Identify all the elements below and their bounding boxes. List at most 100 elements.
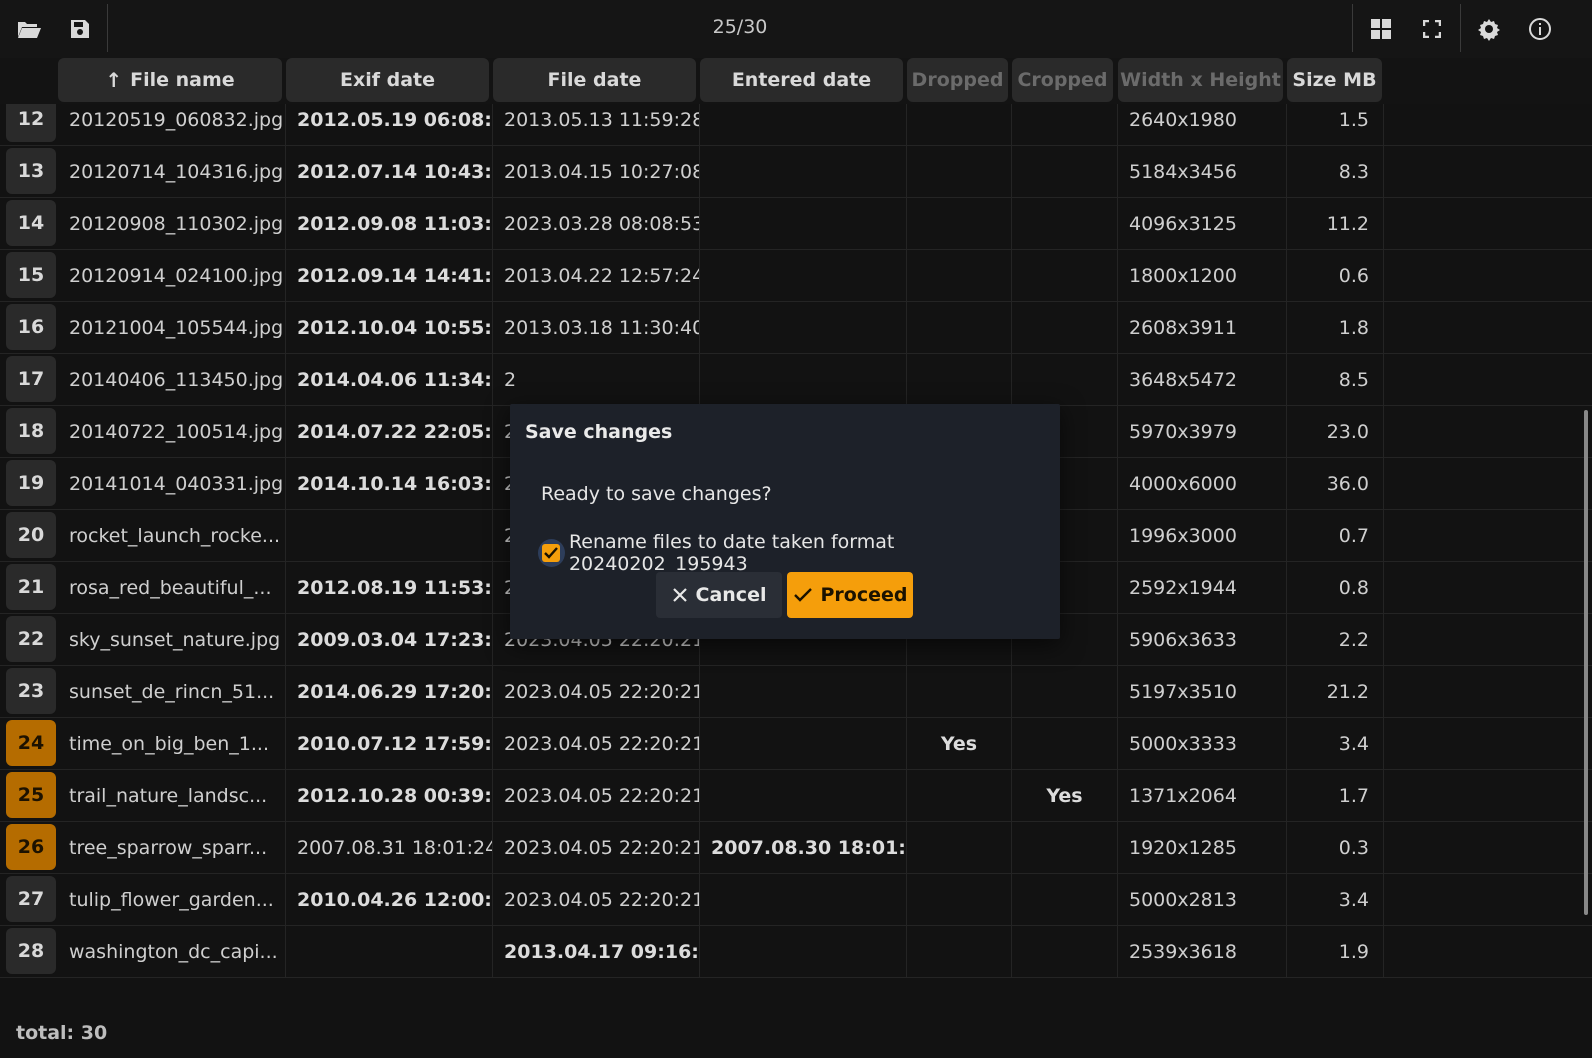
cancel-button[interactable]: Cancel bbox=[656, 572, 782, 618]
row-index[interactable]: 26 bbox=[6, 824, 56, 870]
cell-dimensions: 2608x3911 bbox=[1118, 302, 1287, 353]
cell-file-name: tulip_flower_garden... bbox=[58, 874, 286, 925]
cell-file-name: washington_dc_capi... bbox=[58, 926, 286, 977]
cell-exif-date: 2007.08.31 18:01:24 bbox=[286, 822, 493, 873]
table-row[interactable]: 28 washington_dc_capi... 2013.04.17 09:16:… bbox=[0, 926, 1592, 978]
table-row[interactable]: 25 trail_nature_landsc... 2012.10.28 00:39… bbox=[0, 770, 1592, 822]
cell-dimensions: 5970x3979 bbox=[1118, 406, 1287, 457]
row-index[interactable]: 23 bbox=[6, 668, 56, 714]
column-header-entered-date[interactable]: Entered date bbox=[700, 58, 903, 102]
row-index[interactable]: 16 bbox=[6, 304, 56, 350]
column-header-size[interactable]: Size MB bbox=[1287, 58, 1382, 102]
cell-exif-date: 2012.09.08 11:03:02 bbox=[286, 198, 493, 249]
sort-ascending-icon: ↑ bbox=[105, 68, 123, 92]
row-index[interactable]: 14 bbox=[6, 200, 56, 246]
row-index[interactable]: 17 bbox=[6, 356, 56, 402]
row-index[interactable]: 15 bbox=[6, 252, 56, 298]
row-index[interactable]: 21 bbox=[6, 564, 56, 610]
cell-dropped bbox=[907, 822, 1012, 873]
cell-entered-date bbox=[700, 770, 907, 821]
cell-file-name: time_on_big_ben_1... bbox=[58, 718, 286, 769]
cell-file-name: 20120908_110302.jpg bbox=[58, 198, 286, 249]
row-index[interactable]: 27 bbox=[6, 876, 56, 922]
cell-size: 36.0 bbox=[1287, 458, 1384, 509]
table-row[interactable]: 1420120908_110302.jpg2012.09.08 11:03:02… bbox=[0, 198, 1592, 250]
folder-open-icon[interactable] bbox=[5, 6, 53, 52]
row-index[interactable]: 20 bbox=[6, 512, 56, 558]
grid-view-icon[interactable] bbox=[1357, 6, 1405, 52]
cell-dropped bbox=[907, 874, 1012, 925]
cell-size: 0.8 bbox=[1287, 562, 1384, 613]
column-header-dimensions[interactable]: Width x Height bbox=[1118, 58, 1283, 102]
cell-exif-date: 2014.07.22 22:05:14 bbox=[286, 406, 493, 457]
table-row[interactable]: 1720140406_113450.jpg2014.04.06 11:34:50… bbox=[0, 354, 1592, 406]
row-index[interactable]: 22 bbox=[6, 616, 56, 662]
row-index[interactable]: 25 bbox=[6, 772, 56, 818]
cell-dimensions: 1371x2064 bbox=[1118, 770, 1287, 821]
table-row[interactable]: 23 sunset_de_rincn_51... 2014.06.29 17:20:… bbox=[0, 666, 1592, 718]
row-index[interactable]: 28 bbox=[6, 928, 56, 974]
cell-entered-date bbox=[700, 666, 907, 717]
info-icon[interactable] bbox=[1516, 6, 1564, 52]
cell-entered-date bbox=[700, 198, 907, 249]
column-header-file-name[interactable]: ↑ File name bbox=[58, 58, 282, 102]
rename-files-checkbox[interactable]: Rename files to date taken format 202402… bbox=[538, 531, 1060, 575]
cell-size: 1.8 bbox=[1287, 302, 1384, 353]
cell-dimensions: 1800x1200 bbox=[1118, 250, 1287, 301]
cell-file-name: rosa_red_beautiful_... bbox=[58, 562, 286, 613]
table-row[interactable]: 1320120714_104316.jpg2012.07.14 10:43:16… bbox=[0, 146, 1592, 198]
table-row[interactable]: 24time_on_big_ben_1...2010.07.12 17:59:1… bbox=[0, 718, 1592, 770]
cell-file-name: 20120914_024100.jpg bbox=[58, 250, 286, 301]
cell-dimensions: 5000x2813 bbox=[1118, 874, 1287, 925]
cell-file-date: 2023.04.05 22:20:21 bbox=[493, 666, 700, 717]
close-icon bbox=[672, 588, 687, 602]
cell-dimensions: 5906x3633 bbox=[1118, 614, 1287, 665]
cell-exif-date: 2012.07.14 10:43:16 bbox=[286, 146, 493, 197]
table-row[interactable]: 1620121004_105544.jpg2012.10.04 10:55:44… bbox=[0, 302, 1592, 354]
cell-cropped bbox=[1012, 146, 1118, 197]
cell-entered-date bbox=[700, 250, 907, 301]
cell-exif-date: 2012.08.19 11:53:49 bbox=[286, 562, 493, 613]
cell-dimensions: 5197x3510 bbox=[1118, 666, 1287, 717]
table-row[interactable]: 27 tulip_flower_garden... 2010.04.26 12:00… bbox=[0, 874, 1592, 926]
fullscreen-icon[interactable] bbox=[1408, 6, 1456, 52]
cell-entered-date bbox=[700, 926, 907, 977]
cell-exif-date bbox=[286, 926, 493, 977]
cell-size: 1.7 bbox=[1287, 770, 1384, 821]
cell-exif-date: 2014.10.14 16:03:31 bbox=[286, 458, 493, 509]
cell-file-date: 2023.04.05 22:20:21 bbox=[493, 874, 700, 925]
cell-file-name: 20120714_104316.jpg bbox=[58, 146, 286, 197]
table-row[interactable]: 26 tree_sparrow_sparr... 2007.08.31 18:01:… bbox=[0, 822, 1592, 874]
vertical-scrollbar[interactable] bbox=[1584, 410, 1588, 915]
check-icon bbox=[793, 588, 812, 602]
row-index[interactable]: 19 bbox=[6, 460, 56, 506]
cell-dimensions: 5184x3456 bbox=[1118, 146, 1287, 197]
cell-exif-date: 2014.04.06 11:34:50 bbox=[286, 354, 493, 405]
dialog-title: Save changes bbox=[525, 421, 673, 443]
column-header-cropped[interactable]: Cropped bbox=[1012, 58, 1113, 102]
cell-cropped bbox=[1012, 822, 1118, 873]
cell-cropped bbox=[1012, 666, 1118, 717]
cell-dropped bbox=[907, 354, 1012, 405]
cell-exif-date bbox=[286, 510, 493, 561]
checkbox-label: Rename files to date taken format 202402… bbox=[568, 531, 895, 575]
cell-exif-date: 2010.07.12 17:59:13 bbox=[286, 718, 493, 769]
row-index[interactable]: 24 bbox=[6, 720, 56, 766]
row-index[interactable]: 13 bbox=[6, 148, 56, 194]
cell-file-name: sky_sunset_nature.jpg bbox=[58, 614, 286, 665]
table-row[interactable]: 1520120914_024100.jpg2012.09.14 14:41:00… bbox=[0, 250, 1592, 302]
column-header-exif-date[interactable]: Exif date bbox=[286, 58, 489, 102]
cell-file-name: sunset_de_rincn_51... bbox=[58, 666, 286, 717]
column-header-dropped[interactable]: Dropped bbox=[907, 58, 1008, 102]
cell-file-date: 2013.04.17 09:16:54 bbox=[493, 926, 700, 977]
cell-cropped: Yes bbox=[1012, 770, 1118, 821]
row-index[interactable]: 18 bbox=[6, 408, 56, 454]
save-icon[interactable] bbox=[56, 6, 104, 52]
cell-size: 21.2 bbox=[1287, 666, 1384, 717]
column-header-file-date[interactable]: File date bbox=[493, 58, 696, 102]
checkbox-focus-ring bbox=[538, 539, 565, 567]
proceed-button[interactable]: Proceed bbox=[787, 572, 913, 618]
gear-icon[interactable] bbox=[1465, 6, 1513, 52]
checkbox-checked-icon[interactable] bbox=[542, 544, 561, 562]
cell-cropped bbox=[1012, 198, 1118, 249]
